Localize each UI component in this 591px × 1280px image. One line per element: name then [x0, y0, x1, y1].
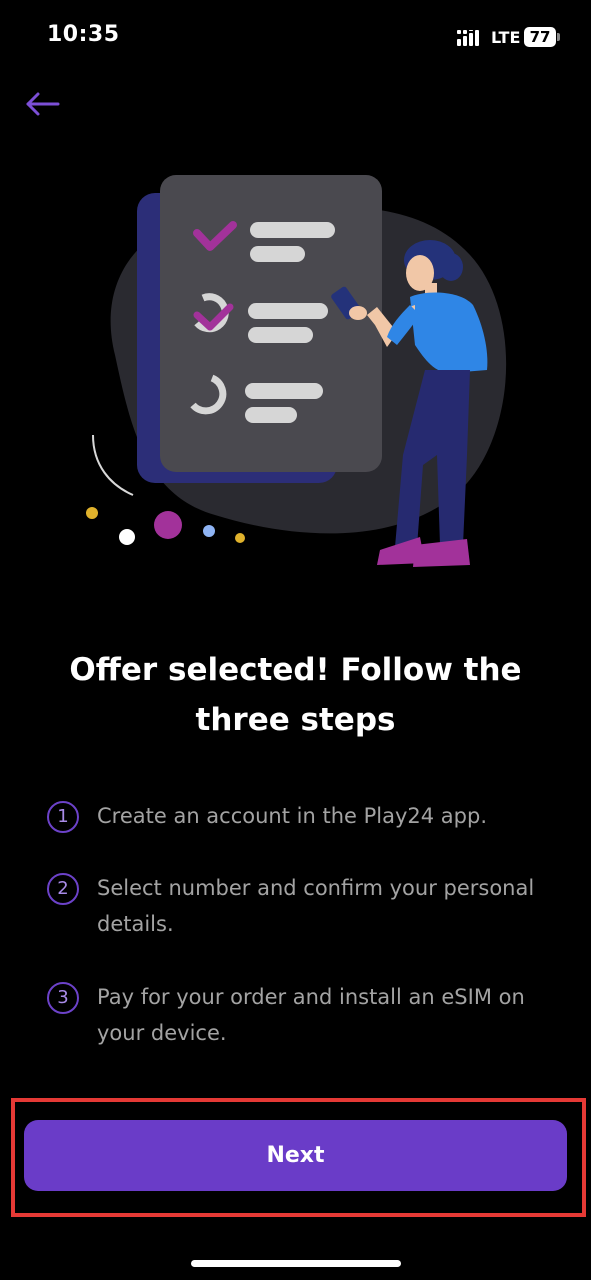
network-label: LTE — [491, 28, 521, 47]
step-text: Pay for your order and install an eSIM o… — [97, 985, 525, 1045]
back-button[interactable] — [22, 84, 66, 124]
title-line-1: Offer selected! Follow the — [69, 652, 522, 688]
status-bar: 10:35 LTE 77 — [0, 0, 591, 70]
next-button[interactable]: Next — [24, 1120, 567, 1191]
arrow-left-icon — [26, 92, 60, 116]
status-time: 10:35 — [47, 22, 120, 47]
checklist-illustration — [86, 175, 507, 567]
battery-level: 77 — [529, 28, 551, 46]
signal-icon — [457, 30, 479, 46]
battery-tip — [557, 33, 560, 41]
home-indicator[interactable] — [191, 1260, 401, 1267]
step-number-badge: 2 — [47, 873, 79, 905]
title-line-2: three steps — [195, 702, 396, 738]
battery-icon: 77 — [524, 27, 556, 47]
step-number-badge: 1 — [47, 801, 79, 833]
step-text: Select number and confirm your personal … — [97, 876, 535, 936]
step-number-badge: 3 — [47, 982, 79, 1014]
page-title: Offer selected! Follow the three steps — [40, 645, 551, 745]
step-text: Create an account in the Play24 app. — [97, 804, 487, 828]
